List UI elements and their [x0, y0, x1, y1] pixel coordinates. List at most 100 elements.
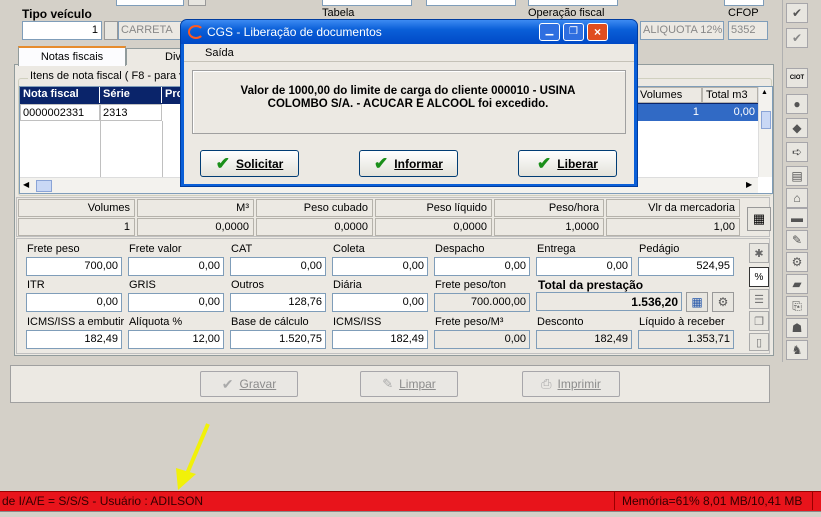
speech-icon[interactable]: ✎ — [786, 230, 808, 250]
grid-header-total-m3[interactable]: Total m3 — [702, 87, 758, 103]
imprimir-button[interactable]: ⎙ Imprimir — [522, 371, 620, 397]
scroll-up-icon[interactable]: ▲ — [761, 89, 768, 96]
printer-icon: ⎙ — [541, 376, 552, 391]
hscroll-thumb[interactable] — [36, 180, 52, 192]
tab-notas-fiscais[interactable]: Notas fiscais — [18, 46, 126, 66]
bell-icon[interactable]: ♞ — [786, 340, 808, 360]
tag-icon[interactable]: ⌂ — [786, 188, 808, 208]
frete-valor-label: Frete valor — [129, 243, 182, 255]
itr-label: ITR — [27, 279, 45, 291]
summary-value-m3: 0,0000 — [137, 218, 254, 236]
despacho-label: Despacho — [435, 243, 485, 255]
scroll-right-icon[interactable]: ▶ — [746, 180, 752, 189]
liquido-receber-field: 1.353,71 — [638, 330, 734, 349]
pedagio-label: Pedágio — [639, 243, 680, 255]
calculator-total-icon[interactable]: ▦ — [686, 292, 708, 312]
menu-saida[interactable]: Saída — [205, 47, 234, 59]
circle-icon[interactable]: ● — [786, 94, 808, 114]
informar-label: Informar — [394, 156, 443, 171]
pedagio-field[interactable]: 524,95 — [638, 257, 734, 276]
minimize-button[interactable]: ▁ — [539, 23, 560, 41]
tipo-veiculo-code[interactable]: 1 — [22, 21, 102, 40]
bus-icon[interactable]: ▬ — [786, 208, 808, 228]
bug-icon[interactable]: ✱ — [749, 243, 769, 263]
summary-value-vlr-mercadoria: 1,00 — [606, 218, 740, 236]
solicitar-button[interactable]: ✔ Solicitar — [200, 150, 299, 177]
grid-col-line — [100, 121, 101, 177]
grid-header-volumes[interactable]: Volumes — [636, 87, 702, 103]
scroll-thumb[interactable] — [761, 111, 771, 129]
truck-icon[interactable]: ▰ — [786, 274, 808, 294]
aliquota-label: Alíquota % — [129, 316, 183, 328]
top-calendar-icon[interactable] — [188, 0, 206, 6]
grid-header-serie[interactable]: Série — [100, 87, 162, 103]
limpar-button[interactable]: ✎ Limpar — [360, 371, 458, 397]
gris-field[interactable]: 0,00 — [128, 293, 224, 312]
diaria-label: Diária — [333, 279, 362, 291]
operacao-label: Operação fiscal — [528, 7, 605, 19]
diaria-field[interactable]: 0,00 — [332, 293, 428, 312]
icms-iss-field[interactable]: 182,49 — [332, 330, 428, 349]
document-icon[interactable]: ▤ — [786, 166, 808, 186]
gear-icon[interactable]: ⚙ — [786, 252, 808, 272]
stamp-icon[interactable]: ⎘ — [786, 296, 808, 316]
tabela-label: Tabela — [322, 7, 355, 19]
app-logo-icon — [188, 25, 204, 39]
page-icon[interactable]: ▯ — [749, 333, 769, 351]
leaf-icon[interactable]: ◆ — [786, 118, 808, 138]
frete-valor-field[interactable]: 0,00 — [128, 257, 224, 276]
cat-field[interactable]: 0,00 — [230, 257, 326, 276]
imprimir-label: Imprimir — [557, 377, 601, 391]
percent-doc-icon[interactable]: % — [749, 267, 769, 287]
tab-notas-label: Notas fiscais — [40, 51, 104, 63]
toolbar-check-icon[interactable]: ✔ — [786, 28, 808, 48]
top-field-b[interactable] — [322, 0, 412, 6]
grid-header-nota[interactable]: Nota fiscal — [20, 87, 100, 103]
maximize-button[interactable]: ❐ — [563, 23, 584, 41]
top-field-d[interactable] — [528, 0, 618, 6]
gravar-button[interactable]: ✔ Gravar — [200, 371, 298, 397]
calculator-icon[interactable]: ▦ — [747, 207, 771, 231]
tipo-veiculo-lookup-icon[interactable] — [104, 21, 118, 40]
dialog-menubar — [184, 44, 634, 62]
row-total-m3: 0,00 — [702, 104, 758, 121]
list-doc-icon[interactable]: ☰ — [749, 289, 769, 309]
document-arrow-icon[interactable]: ➪ — [786, 142, 808, 162]
summary-value-peso-liquido: 0,0000 — [375, 218, 492, 236]
top-field-c[interactable] — [426, 0, 516, 6]
check-icon[interactable]: ✔ — [786, 3, 808, 23]
settings-total-icon[interactable]: ⚙ — [712, 292, 734, 312]
scroll-left-icon[interactable]: ◀ — [23, 180, 29, 189]
top-field-a[interactable] — [116, 0, 184, 6]
top-field-e[interactable] — [724, 0, 764, 6]
copy-icon[interactable]: ❐ — [749, 311, 769, 331]
aliquota-field[interactable]: 12,00 — [128, 330, 224, 349]
mug-icon[interactable]: ☗ — [786, 318, 808, 338]
liberar-button[interactable]: ✔ Liberar — [518, 150, 617, 177]
tab-div[interactable]: Div — [126, 48, 186, 65]
itr-field[interactable]: 0,00 — [26, 293, 122, 312]
operacao-value: ALIQUOTA 12% — [640, 21, 724, 40]
icms-embutir-field[interactable]: 182,49 — [26, 330, 122, 349]
coleta-field[interactable]: 0,00 — [332, 257, 428, 276]
informar-button[interactable]: ✔ Informar — [359, 150, 458, 177]
desconto-field: 182,49 — [536, 330, 632, 349]
close-button[interactable]: × — [587, 23, 608, 41]
limpar-label: Limpar — [399, 377, 436, 391]
despacho-field[interactable]: 0,00 — [434, 257, 530, 276]
solicitar-label: Solicitar — [235, 156, 284, 171]
base-calculo-label: Base de cálculo — [231, 316, 309, 328]
status-left: de I/A/E = S/S/S - Usuário : ADILSON — [2, 494, 204, 508]
grid-vscrollbar[interactable]: ▲ — [758, 87, 772, 177]
frete-peso-ton-label: Frete peso/ton — [435, 279, 506, 291]
row-serie: 2313 — [100, 104, 162, 121]
frete-peso-field[interactable]: 700,00 — [26, 257, 122, 276]
base-calculo-field[interactable]: 1.520,75 — [230, 330, 326, 349]
broom-icon: ✎ — [382, 376, 394, 391]
entrega-field[interactable]: 0,00 — [536, 257, 632, 276]
ciot-icon[interactable]: CIOT — [786, 68, 808, 88]
outros-field[interactable]: 128,76 — [230, 293, 326, 312]
summary-value-volumes: 1 — [18, 218, 135, 236]
status-right: Memória=61% 8,01 MB/10,41 MB — [622, 494, 803, 508]
summary-header-peso-hora: Peso/hora — [494, 199, 604, 217]
